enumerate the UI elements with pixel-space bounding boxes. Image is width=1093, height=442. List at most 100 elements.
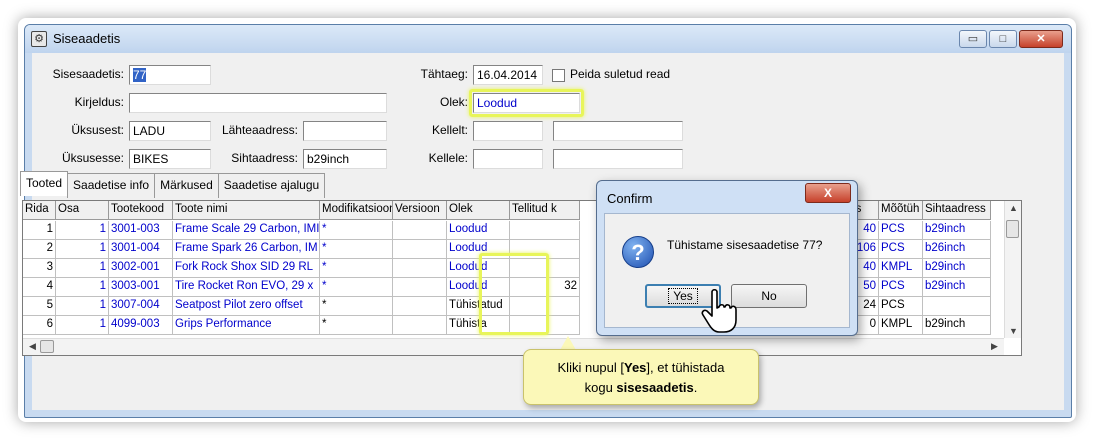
kellelt-label: Kellelt: (431, 123, 468, 137)
grid-cell: KMPL (879, 259, 923, 278)
grid-cell: PCS (879, 297, 923, 316)
tooltip-line-1: Kliki nupul [Yes], et tühistada (524, 358, 758, 378)
products-grid[interactable]: Rida Osa Tootekood Toote nimi Modifikatsioon… (22, 200, 1022, 356)
grid-cell: 1 (56, 297, 109, 316)
kellelt-name-field[interactable] (553, 121, 683, 141)
tab-saadetise-ajalugu[interactable]: Saadetise ajalugu (217, 173, 326, 198)
peida-label: Peida suletud read (570, 67, 671, 81)
grid-cell: b29inch (923, 278, 991, 297)
dialog-message: Tühistame sisesaadetise 77? (667, 238, 823, 252)
kellelt-code-field[interactable] (473, 121, 543, 141)
tahtaeg-label: Tähtaeg: (420, 67, 468, 81)
grid-cell: 3001-003 (109, 221, 173, 240)
grid-cell: 1 (56, 240, 109, 259)
scroll-up-arrow-icon[interactable]: ▲ (1006, 203, 1021, 213)
grid-cell: b26inch (923, 240, 991, 259)
question-icon: ? (622, 236, 654, 268)
grid-header-cell[interactable]: Versioon (393, 201, 447, 220)
grid-cell: 1 (56, 259, 109, 278)
grid-header-cell[interactable]: Olek (447, 201, 510, 220)
grid-cell: 4 (23, 278, 56, 297)
grid-cell: Tire Rocket Ron EVO, 29 x (173, 278, 320, 297)
tahtaeg-field[interactable]: 16.04.2014 (473, 65, 543, 85)
scroll-right-arrow-icon[interactable]: ▶ (987, 341, 1002, 352)
grid-cell: * (320, 297, 393, 316)
grid-cell: Frame Scale 29 Carbon, IMI (173, 221, 320, 240)
tooltip-arrow (560, 336, 576, 350)
grid-cell: KMPL (879, 316, 923, 335)
grid-cell (393, 297, 447, 316)
app-gear-icon: ⚙ (31, 31, 47, 47)
vertical-scroll-thumb[interactable] (1006, 220, 1019, 238)
grid-header-cell[interactable]: Osa (56, 201, 109, 220)
kellele-label: Kellele: (428, 151, 468, 165)
sisesaadetis-label: Sisesaadetis: (52, 67, 124, 81)
grid-header-cell[interactable]: Modifikatsioon (320, 201, 393, 220)
grid-cell: Fork Rock Shox SID 29 RL (173, 259, 320, 278)
tab-strip: Tooted Saadetise info Märkused Saadetise… (20, 171, 326, 198)
grid-header-cell[interactable]: Sihtaadress (923, 201, 991, 220)
dialog-title: Confirm (607, 191, 653, 206)
title-bar[interactable]: ⚙ Siseaadetis ▭ □ ✕ (25, 25, 1071, 53)
scroll-down-arrow-icon[interactable]: ▼ (1006, 326, 1021, 336)
grid-cell: 3 (23, 259, 56, 278)
grid-header-cell[interactable]: Mõõtüh (879, 201, 923, 220)
kellele-code-field[interactable] (473, 149, 543, 169)
grid-cell: 3001-004 (109, 240, 173, 259)
grid-cell (923, 297, 991, 316)
tab-tooted[interactable]: Tooted (20, 171, 69, 196)
instruction-tooltip: Kliki nupul [Yes], et tühistada kogu sis… (523, 349, 759, 405)
uksusesse-field[interactable]: BIKES (129, 149, 211, 169)
grid-header-cell[interactable]: Tootekood (109, 201, 173, 220)
grid-cell: * (320, 259, 393, 278)
no-button[interactable]: No (731, 284, 807, 308)
grid-cell: 1 (23, 221, 56, 240)
grid-cell: 3002-001 (109, 259, 173, 278)
sihtaadress-label: Sihtaadress: (231, 151, 298, 165)
horizontal-scrollbar[interactable]: ◀ ▶ (23, 338, 1004, 355)
peida-checkbox[interactable] (552, 69, 565, 82)
grid-cell: 4099-003 (109, 316, 173, 335)
kirjeldus-field[interactable] (129, 93, 387, 113)
dialog-close-button[interactable]: X (805, 183, 851, 203)
tooltip-text: kogu (584, 380, 617, 395)
tab-saadetise-info[interactable]: Saadetise info (67, 173, 156, 198)
close-button[interactable]: ✕ (1019, 30, 1063, 48)
uksusesse-label: Üksusesse: (61, 151, 124, 165)
window-title: Siseaadetis (53, 31, 121, 46)
grid-cell (510, 221, 580, 240)
grid-header-cell[interactable]: Toote nimi (173, 201, 320, 220)
tooltip-text: . (693, 380, 698, 395)
lahteaadress-field[interactable] (303, 121, 387, 141)
maximize-button[interactable]: □ (989, 30, 1017, 48)
grid-cell: 2 (23, 240, 56, 259)
uksusest-field[interactable]: LADU (129, 121, 211, 141)
grid-cell: * (320, 316, 393, 335)
grid-header-cell[interactable]: Tellitud k (510, 201, 580, 220)
grid-cell (393, 316, 447, 335)
sisesaadetis-value: 77 (133, 68, 147, 82)
uksusest-label: Üksusest: (71, 123, 124, 137)
minimize-button[interactable]: ▭ (959, 30, 987, 48)
grid-cell: Grips Performance (173, 316, 320, 335)
olek-field[interactable]: Loodud (473, 93, 580, 113)
grid-cell (393, 278, 447, 297)
sihtaadress-field[interactable]: b29inch (303, 149, 387, 169)
grid-cell: PCS (879, 278, 923, 297)
grid-cell: b29inch (923, 221, 991, 240)
olek-label: Olek: (439, 95, 468, 109)
tooltip-text: ], et tühistada (646, 360, 725, 375)
grid-header-cell[interactable]: Rida (23, 201, 56, 220)
grid-cell: Loodud (447, 221, 510, 240)
hand-pointer-icon (701, 288, 737, 333)
olek-column-highlight (479, 253, 549, 335)
sisesaadetis-field[interactable]: 77 (129, 65, 211, 85)
kellele-name-field[interactable] (553, 149, 683, 169)
scroll-left-arrow-icon[interactable]: ◀ (25, 341, 40, 352)
horizontal-scroll-thumb[interactable] (40, 340, 54, 353)
grid-cell: b29inch (923, 259, 991, 278)
tab-markused[interactable]: Märkused (154, 173, 219, 198)
tooltip-line-2: kogu sisesaadetis. (524, 378, 758, 398)
grid-cell: PCS (879, 240, 923, 259)
grid-cell: 1 (56, 221, 109, 240)
